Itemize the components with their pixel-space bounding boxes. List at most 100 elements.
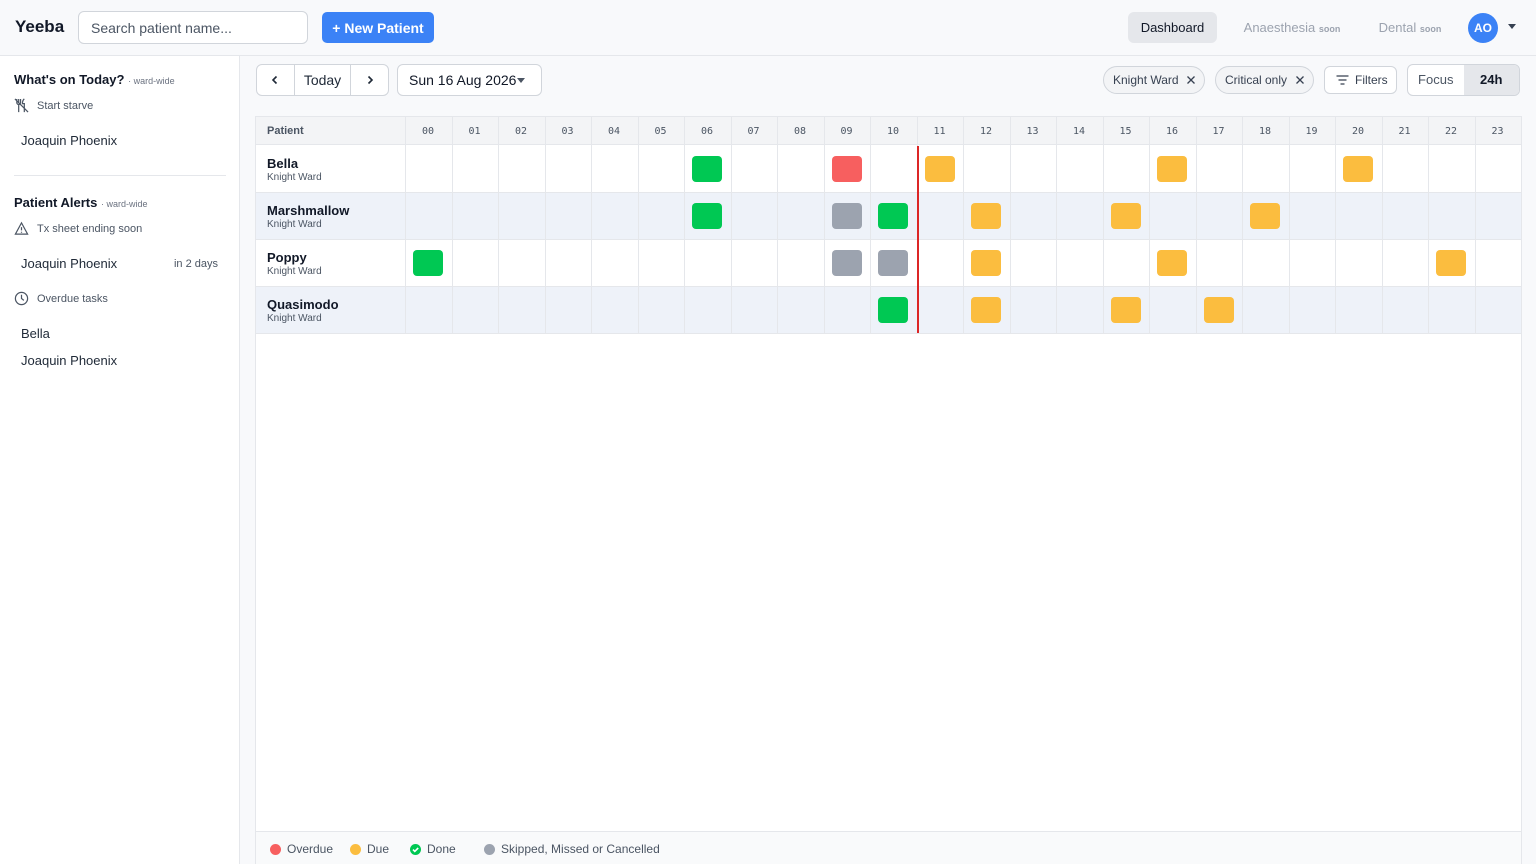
start-starve-section: Start starve	[14, 98, 93, 113]
status-dot-icon	[350, 843, 361, 855]
tx-sheet-section: Tx sheet ending soon	[14, 221, 142, 236]
grid-column-line	[777, 117, 778, 334]
close-icon[interactable]	[1186, 75, 1196, 85]
task-block-due[interactable]	[1157, 250, 1188, 276]
grid-column-line	[591, 117, 592, 334]
task-block-due[interactable]	[1436, 250, 1467, 276]
brand-logo[interactable]: Yeeba	[15, 17, 64, 37]
view-24h-button[interactable]: 24h	[1463, 65, 1519, 95]
grid-column-line	[1521, 117, 1522, 334]
overdue-patient-link[interactable]: Joaquin Phoenix	[21, 353, 117, 368]
task-block-due[interactable]	[1110, 297, 1141, 323]
hour-label: 12	[979, 126, 993, 137]
no-food-icon	[14, 98, 29, 113]
status-dot-icon	[270, 843, 281, 855]
task-block-due[interactable]	[1203, 297, 1234, 323]
next-day-button[interactable]	[351, 65, 388, 95]
hour-label: 15	[1119, 126, 1132, 137]
alert-patient-link[interactable]: Joaquin Phoenix	[21, 256, 117, 271]
task-block-done[interactable]	[413, 250, 444, 276]
alerts-title: Patient Alerts	[14, 195, 98, 210]
today-button[interactable]: Today	[293, 65, 352, 95]
alert-due-text: in 2 days	[173, 258, 218, 270]
hour-label: 14	[1072, 126, 1086, 137]
grid-column-line	[823, 117, 825, 334]
grid-column-line	[684, 117, 685, 334]
grid-column-line	[1149, 117, 1150, 334]
warning-triangle-icon	[14, 221, 29, 235]
avatar[interactable]: AO	[1468, 13, 1498, 43]
grid-column-line	[637, 117, 639, 334]
filter-chip-ward[interactable]: Knight Ward	[1103, 66, 1205, 94]
filter-chip-critical[interactable]: Critical only	[1215, 66, 1314, 94]
top-bar: Yeeba + New Patient Dashboard Anaesthesi…	[0, 0, 1536, 56]
alerts-heading: Patient Alerts · ward-wide	[14, 195, 147, 210]
patient-column-header: Patient	[267, 125, 304, 137]
close-icon[interactable]	[1295, 75, 1305, 85]
overdue-patient-link[interactable]: Bella	[21, 326, 50, 341]
search-input[interactable]	[78, 11, 308, 44]
task-block-skipped[interactable]	[831, 203, 862, 229]
date-pager: Today	[256, 64, 389, 96]
today-patient-link[interactable]: Joaquin Phoenix	[21, 133, 117, 148]
current-time-indicator	[916, 146, 919, 333]
patient-name-link[interactable]: Poppy	[267, 250, 307, 265]
grid-header: Patient 00 01 02 03 04 05 06 07 08 09 10 11 12 13 14 15…	[256, 117, 1521, 145]
task-block-overdue[interactable]	[831, 156, 862, 182]
hour-label: 16	[1165, 126, 1179, 137]
legend-label: Done	[427, 842, 456, 856]
grid-column-line	[730, 117, 732, 334]
prev-day-button[interactable]	[257, 65, 294, 95]
hour-label: 13	[1026, 126, 1039, 137]
hour-label: 19	[1305, 126, 1318, 137]
task-block-due[interactable]	[924, 156, 955, 182]
task-block-due[interactable]	[1110, 203, 1141, 229]
hour-label: 03	[561, 126, 574, 137]
alerts-scope: · ward-wide	[100, 199, 148, 209]
nav-anaesthesia-label: Anaesthesia	[1243, 20, 1316, 35]
patient-row: Marshmallow Knight Ward	[256, 193, 1521, 240]
grid-column-line	[1195, 117, 1197, 334]
todays-heading: What's on Today? · ward-wide	[14, 72, 175, 87]
task-block-due[interactable]	[971, 203, 1002, 229]
hour-label: 04	[607, 126, 621, 137]
legend-label: Due	[367, 842, 390, 856]
task-block-due[interactable]	[1250, 203, 1281, 229]
overdue-section: Overdue tasks	[14, 291, 108, 306]
nav-dental[interactable]: Dental soon	[1368, 12, 1452, 43]
task-block-due[interactable]	[971, 297, 1002, 323]
patient-ward: Knight Ward	[267, 266, 322, 277]
filters-label: Filters	[1355, 73, 1388, 87]
filters-button[interactable]: Filters	[1324, 66, 1397, 94]
task-block-skipped[interactable]	[831, 250, 862, 276]
task-block-done[interactable]	[878, 203, 909, 229]
task-block-done[interactable]	[692, 203, 723, 229]
task-block-due[interactable]	[1157, 156, 1188, 182]
patient-name-link[interactable]: Marshmallow	[267, 203, 349, 218]
legend-item-due: Due	[350, 842, 389, 856]
nav-dashboard[interactable]: Dashboard	[1128, 12, 1217, 43]
patient-name-link[interactable]: Quasimodo	[267, 297, 339, 312]
task-block-due[interactable]	[971, 250, 1002, 276]
start-starve-label: Start starve	[37, 99, 94, 112]
grid-column-line	[1335, 117, 1336, 334]
task-block-skipped[interactable]	[878, 250, 909, 276]
grid-column-line	[870, 117, 871, 334]
patient-ward: Knight Ward	[267, 313, 322, 324]
chevron-down-icon[interactable]	[1508, 24, 1516, 29]
todays-scope: · ward-wide	[128, 76, 175, 86]
hour-label: 20	[1351, 126, 1365, 137]
task-block-done[interactable]	[878, 297, 909, 323]
date-picker[interactable]: Sun 16 Aug 2026	[397, 64, 542, 96]
new-patient-button[interactable]: + New Patient	[322, 12, 434, 43]
check-circle-icon	[410, 843, 421, 855]
task-block-due[interactable]	[1343, 156, 1374, 182]
hour-label: 09	[840, 126, 853, 137]
nav-anaesthesia[interactable]: Anaesthesia soon	[1236, 12, 1348, 43]
patient-name-link[interactable]: Bella	[267, 156, 298, 171]
patient-row: Bella Knight Ward	[256, 146, 1521, 193]
hour-label: 21	[1398, 126, 1411, 137]
view-focus-button[interactable]: Focus	[1408, 65, 1464, 95]
timeline-grid: Patient 00 01 02 03 04 05 06 07 08 09 10 11 12 13 14 15…	[255, 116, 1522, 864]
task-block-done[interactable]	[692, 156, 723, 182]
